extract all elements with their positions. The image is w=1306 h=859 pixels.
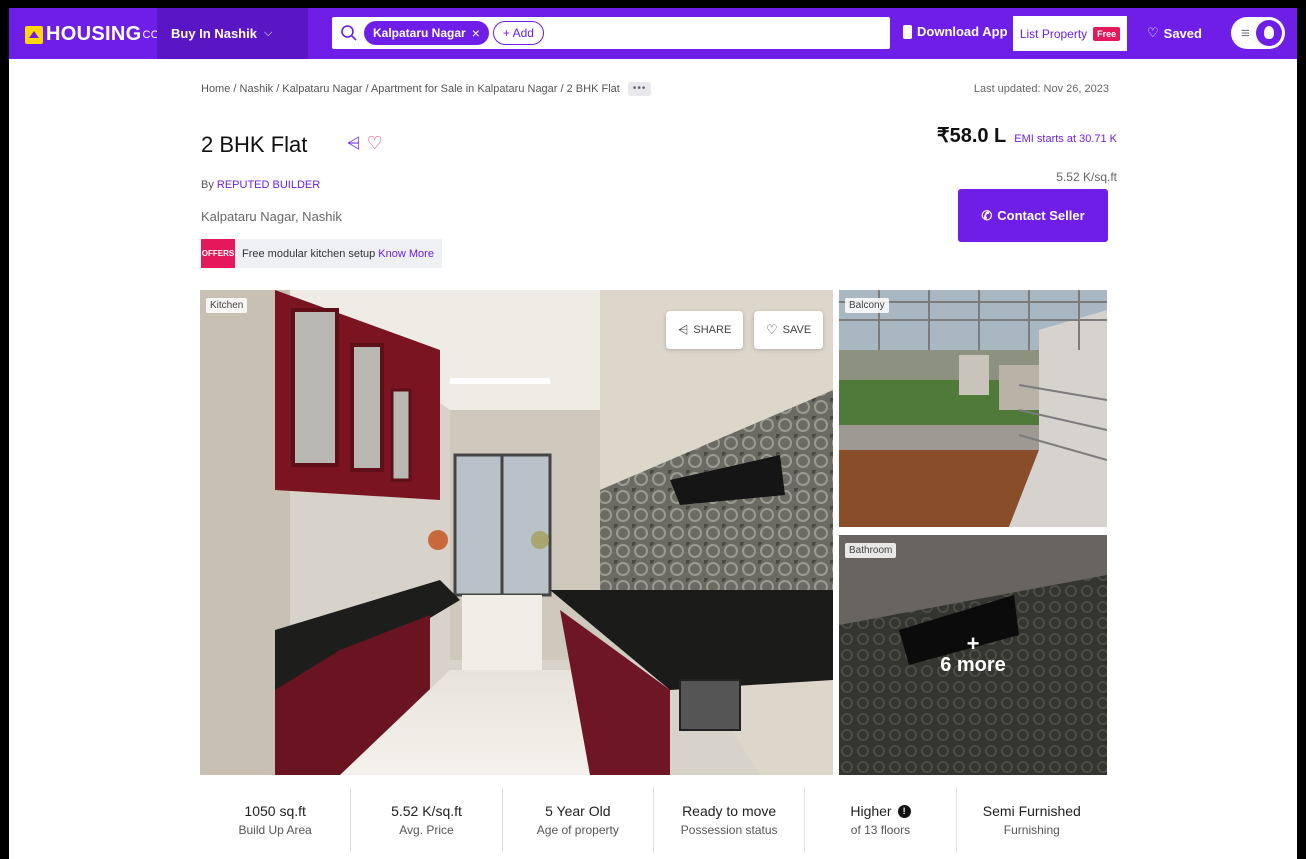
photo-balcony[interactable]: Balcony [839,290,1107,527]
main-photo-kitchen[interactable]: Kitchen ⩤ SHARE ♡ SAVE [200,290,833,775]
offer-text: Free modular kitchen setup [242,247,376,260]
kitchen-photo [200,290,833,775]
phone-icon [903,24,912,39]
buy-in-city-dropdown[interactable]: Buy In Nashik ⌵ [157,8,308,59]
stat-possession: Ready to move Possession status [654,787,806,853]
logo-mark-icon [25,25,43,44]
profile-menu-button[interactable]: ≡ [1231,17,1285,49]
photo-label: Balcony [845,298,889,313]
share-icon: ⩤ [678,322,689,337]
price-per-sqft: 5.52 K/sq.ft [1056,170,1117,184]
breadcrumb-more-button[interactable]: ••• [627,82,652,96]
price: ₹58.0 L [936,125,1007,147]
breadcrumb-text[interactable]: Home / Nashik / Kalpataru Nagar / Apartm… [201,83,620,95]
property-stats: 1050 sq.ft Build Up Area 5.52 K/sq.ft Av… [200,787,1107,853]
breadcrumb: Home / Nashik / Kalpataru Nagar / Apartm… [201,82,652,96]
menu-icon: ≡ [1241,24,1250,42]
stat-avg-price: 5.52 K/sq.ft Avg. Price [351,787,503,853]
share-button[interactable]: ⩤ SHARE [666,311,744,349]
search-locality-chip[interactable]: Kalpataru Nagar × [364,21,489,45]
heart-icon: ♡ [1147,25,1159,40]
photo-bathroom[interactable]: + 6 more Bathroom [839,535,1107,775]
title-actions: ⩤ ♡ [347,133,383,154]
more-photos-overlay[interactable]: + 6 more [839,535,1107,775]
save-button[interactable]: ♡ SAVE [754,311,824,349]
price-block: ₹58.0 L EMI starts at 30.71 K [937,123,1117,148]
stat-age: 5 Year Old Age of property [503,787,654,853]
phone-icon: ✆ [981,207,993,223]
builder-byline: By REPUTED BUILDER [201,179,321,191]
search-icon [341,25,357,41]
chevron-down-icon: ⌵ [263,27,273,39]
saved-link[interactable]: ♡ Saved [1147,25,1202,41]
top-nav-bar: HOUSING COM Buy In Nashik ⌵ Kalpataru Nag… [9,8,1297,59]
offers-tag: OFFERS [201,239,235,268]
more-photos-count: 6 more [940,653,1006,676]
stat-build-up-area: 1050 sq.ft Build Up Area [200,787,352,853]
list-property-button[interactable]: List Property Free [1013,16,1127,51]
offer-banner: OFFERS Free modular kitchen setup Know M… [201,239,442,268]
balcony-photo [839,290,1107,527]
add-locality-button[interactable]: + Add [492,21,544,45]
photo-label: Kitchen [206,298,248,313]
know-more-link[interactable]: Know More [378,248,434,260]
emi-link[interactable]: EMI starts at 30.71 K [1014,133,1117,145]
builder-link[interactable]: REPUTED BUILDER [217,179,320,191]
heart-icon: ♡ [766,322,778,337]
free-badge: Free [1093,26,1121,41]
share-icon[interactable]: ⩤ [347,134,361,154]
last-updated: Last updated: Nov 26, 2023 [973,83,1109,95]
stat-furnishing: Semi Furnished Furnishing [982,803,1081,837]
photo-label: Bathroom [845,543,897,558]
info-icon[interactable]: ! [897,804,911,818]
heart-icon[interactable]: ♡ [367,133,383,154]
stat-floor: Higher! of 13 floors [805,787,957,853]
remove-chip-icon[interactable]: × [472,26,480,40]
page-title: 2 BHK Flat [201,132,308,157]
search-bar[interactable]: Kalpataru Nagar × + Add [332,17,890,49]
page: HOUSING COM Buy In Nashik ⌵ Kalpataru Nag… [9,8,1297,859]
avatar [1256,20,1282,46]
locality-text: Kalpataru Nagar, Nashik [201,209,342,224]
contact-seller-button[interactable]: ✆ Contact Seller [958,189,1108,242]
download-app-link[interactable]: Download App [903,24,1008,39]
housing-logo[interactable]: HOUSING COM [25,23,169,46]
